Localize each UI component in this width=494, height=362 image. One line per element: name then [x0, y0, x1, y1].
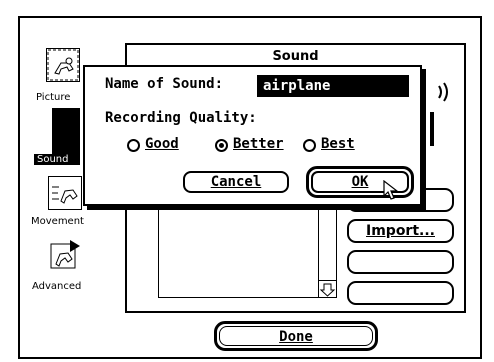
sound-action-button[interactable] [347, 281, 454, 305]
cancel-label: Cancel [210, 174, 262, 190]
sound-tool-icon[interactable] [52, 108, 80, 158]
quality-label: Recording Quality: [105, 110, 257, 126]
sound-action-button[interactable] [347, 250, 454, 274]
speaker-icon [434, 80, 458, 108]
quality-better-radio[interactable] [215, 139, 228, 152]
done-button[interactable]: Done [214, 321, 378, 351]
cancel-button[interactable]: Cancel [183, 171, 289, 193]
name-sound-dialog: Name of Sound: airplane Recording Qualit… [83, 65, 422, 206]
movement-tool-icon[interactable] [48, 176, 82, 210]
quality-best-label[interactable]: Best [321, 136, 355, 152]
ok-label: OK [351, 174, 369, 190]
quality-good-label[interactable]: Good [145, 136, 179, 152]
name-label: Name of Sound: [105, 76, 224, 92]
quality-best-radio[interactable] [303, 139, 316, 152]
mouse-cursor-icon [383, 179, 399, 206]
quality-better-label[interactable]: Better [233, 136, 284, 152]
import-label: Import... [366, 223, 435, 239]
quality-good-radio[interactable] [127, 139, 140, 152]
sound-name-field[interactable]: airplane [257, 75, 409, 97]
picture-tool-icon[interactable] [46, 48, 80, 82]
panel-title: Sound [272, 49, 319, 64]
done-label: Done [279, 329, 313, 345]
sidebar-item-label: Picture [36, 92, 71, 103]
panel-separator [430, 112, 434, 146]
sidebar-item-label: Advanced [32, 281, 82, 292]
import-button[interactable]: Import... [347, 219, 454, 243]
advanced-tool-icon[interactable] [48, 238, 82, 272]
scroll-down-arrow-icon[interactable] [318, 280, 337, 298]
sidebar-item-label: Sound [34, 154, 80, 165]
sidebar-item-label: Movement [31, 216, 84, 227]
